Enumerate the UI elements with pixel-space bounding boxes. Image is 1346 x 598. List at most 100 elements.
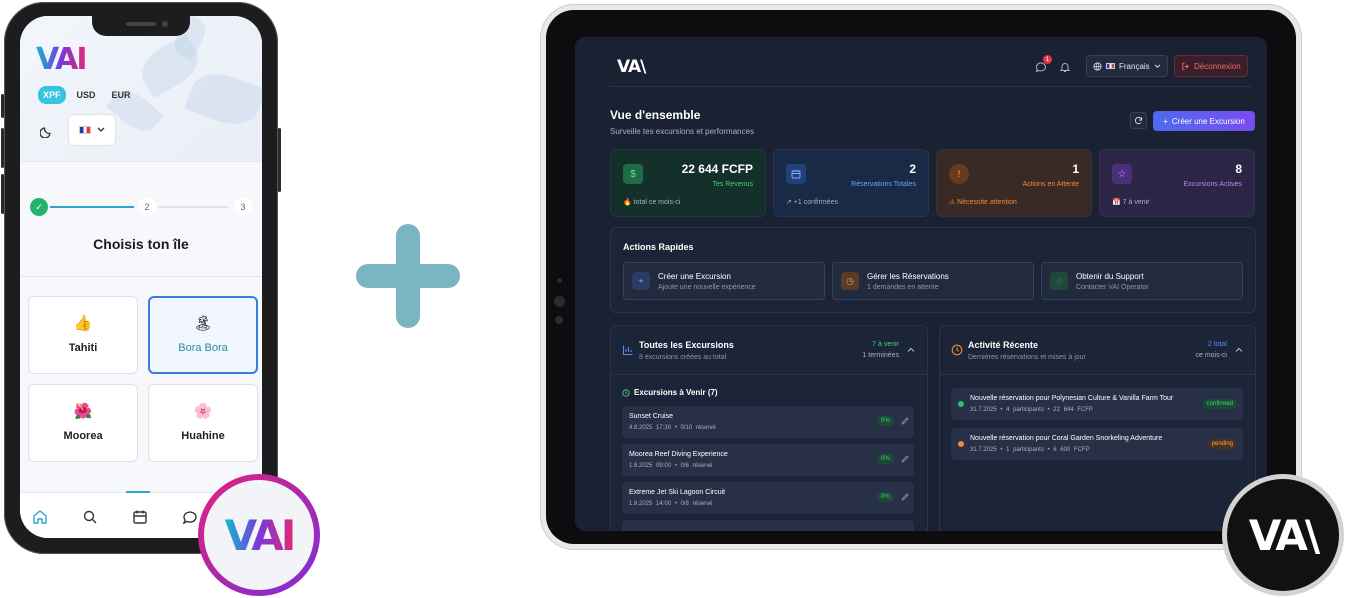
language-label: Français	[1119, 61, 1150, 71]
status-badge: pending	[1207, 439, 1237, 449]
excursions-done-count: 1 terminées	[862, 352, 899, 359]
calendar-icon	[786, 164, 806, 184]
bell-icon[interactable]	[1059, 61, 1071, 73]
stat-label: Réservations Totales	[851, 181, 916, 188]
upcoming-excursions-title: Excursions à Venir (7)	[622, 388, 718, 397]
active-tab-indicator	[126, 491, 150, 493]
language-select[interactable]: Français	[1086, 55, 1168, 77]
phone-volume-down	[1, 174, 4, 214]
step-1-done-icon: ✓	[30, 198, 48, 216]
flag-fr-icon	[79, 126, 91, 134]
step-2: 2	[138, 198, 156, 216]
excursions-upcoming-count: 7 à venir	[872, 341, 899, 348]
plus-icon: +	[1163, 116, 1168, 126]
bar-chart-icon	[622, 345, 633, 356]
quick-action-create-excursion[interactable]: + Créer une Excursion Ajoute une nouvell…	[623, 262, 825, 300]
language-select[interactable]	[68, 114, 116, 146]
fill-rate-badge: 0%	[877, 416, 894, 426]
globe-icon	[1093, 61, 1102, 71]
excursions-subtitle: 8 excursions créées au total	[639, 354, 727, 361]
vai-badge-logo: VAI	[198, 474, 320, 596]
stat-foot: 🔥 total ce mois-ci	[623, 199, 681, 206]
stat-label: Excursions Actives	[1183, 181, 1242, 188]
activity-item[interactable]: Nouvelle réservation pour Coral Garden S…	[951, 428, 1243, 460]
stat-card-active-excursions: ☆ 8 Excursions Actives 📅 7 à venir	[1099, 149, 1255, 217]
stat-card-revenue: $ 22 644 FCFP Tes Revenus 🔥 total ce moi…	[610, 149, 766, 217]
edit-icon[interactable]	[901, 417, 909, 425]
stat-foot: 📅 7 à venir	[1112, 199, 1150, 206]
island-name: Moorea	[63, 430, 103, 442]
island-card-moorea[interactable]: 🌺 Moorea	[28, 384, 138, 462]
edit-icon[interactable]	[901, 493, 909, 501]
excursion-meta: 1.8.2025 09:00 • 0/6 réservé	[629, 463, 713, 469]
stat-foot: ⚠ Nécessite attention	[949, 199, 1017, 206]
island-card-bora-bora[interactable]: 🏝 Bora Bora	[148, 296, 258, 374]
calendar-icon[interactable]	[132, 509, 148, 525]
home-icon[interactable]	[32, 509, 48, 525]
badge-logo-text: VA\	[1248, 510, 1320, 560]
quick-actions-panel: Actions Rapides + Créer une Excursion Aj…	[610, 227, 1256, 313]
quick-action-title: Obtenir du Support	[1076, 272, 1144, 281]
upcoming-excursions-label: Excursions à Venir (7)	[634, 388, 718, 397]
activity-item[interactable]: Nouvelle réservation pour Polynesian Cul…	[951, 388, 1243, 420]
currency-switcher: XPF USD EUR	[38, 86, 136, 104]
island-card-tahiti[interactable]: 👍 Tahiti	[28, 296, 138, 374]
edit-icon[interactable]	[901, 455, 909, 463]
excursion-row[interactable]: Extreme Jet Ski Lagoon Circuit 1.8.2025 …	[622, 482, 914, 514]
island-card-huahine[interactable]: 🌸 Huahine	[148, 384, 258, 462]
status-badge: confirmed	[1202, 399, 1237, 409]
thumbs-up-icon: 👍	[73, 315, 93, 332]
search-icon[interactable]	[82, 509, 98, 525]
refresh-button[interactable]	[1130, 112, 1147, 129]
flag-fr-icon	[1106, 63, 1115, 69]
chevron-up-icon[interactable]	[1235, 346, 1243, 354]
top-nav: VA\ 1 Français Déconnexion	[609, 47, 1252, 87]
island-name: Bora Bora	[178, 342, 228, 354]
stat-value: 2	[909, 162, 916, 176]
stat-value: 22 644 FCFP	[681, 162, 753, 176]
plus-icon: +	[632, 272, 650, 290]
activity-meta: 31.7.2025 • 1 participants • 6 600 FCFP	[970, 447, 1090, 453]
logout-button[interactable]: Déconnexion	[1174, 55, 1248, 77]
step-line	[50, 206, 134, 208]
activity-period: ce mois-ci	[1195, 352, 1227, 359]
excursion-row[interactable]: Sunset Cruise 4.8.2025 17:30 • 0/10 rése…	[622, 406, 914, 438]
divider	[611, 374, 927, 375]
island-icon: 🏝	[193, 315, 213, 332]
excursions-panel: Toutes les Excursions 8 excursions créée…	[610, 325, 928, 531]
chevron-down-icon	[97, 127, 105, 132]
divider	[20, 276, 262, 277]
tablet-bezel: VA\ 1 Français Déconnexion Vue d'ensembl…	[546, 10, 1296, 544]
blossom-icon: 🌸	[193, 403, 213, 420]
vai-logo: VAI	[36, 42, 88, 77]
currency-usd[interactable]: USD	[72, 86, 101, 104]
currency-xpf[interactable]: XPF	[38, 86, 66, 104]
create-excursion-label: Créer une Excursion	[1171, 116, 1245, 126]
step-3: 3	[234, 198, 252, 216]
excursion-meta: 1.8.2025 14:00 • 0/8 réservé	[629, 501, 713, 507]
excursion-meta: 4.8.2025 17:30 • 0/10 réservé	[629, 425, 716, 431]
alert-icon: !	[949, 164, 969, 184]
phone-notch	[92, 16, 190, 36]
clock-icon	[951, 344, 963, 356]
page-title: Vue d'ensemble	[610, 108, 701, 122]
currency-eur[interactable]: EUR	[107, 86, 136, 104]
create-excursion-button[interactable]: + Créer une Excursion	[1153, 111, 1255, 131]
stat-label: Tes Revenus	[712, 181, 753, 188]
quick-action-manage-reservations[interactable]: ◷ Gérer les Réservations 1 demandes en a…	[832, 262, 1034, 300]
phone-screen: VAI XPF USD EUR ✓ 2 3 Choisis ton île 👍 …	[20, 16, 262, 538]
activity-title: Activité Récente	[968, 340, 1039, 350]
chat-icon[interactable]	[182, 509, 198, 525]
excursion-row-partial[interactable]	[622, 520, 914, 531]
logout-label: Déconnexion	[1194, 61, 1241, 71]
notification-badge: 1	[1043, 55, 1052, 64]
moon-icon[interactable]	[40, 124, 54, 138]
activity-total: 2 total	[1207, 341, 1227, 348]
tablet-device: VA\ 1 Français Déconnexion Vue d'ensembl…	[540, 4, 1302, 550]
stat-card-reservations: 2 Réservations Totales ↗ +1 confirmées	[773, 149, 929, 217]
chevron-up-icon[interactable]	[907, 346, 915, 354]
quick-action-support[interactable]: ◌ Obtenir du Support Contacter VAI Opera…	[1041, 262, 1243, 300]
tablet-camera	[557, 278, 562, 283]
chat-icon: ◌	[1050, 272, 1068, 290]
excursion-row[interactable]: Moorea Reef Diving Experience 1.8.2025 0…	[622, 444, 914, 476]
